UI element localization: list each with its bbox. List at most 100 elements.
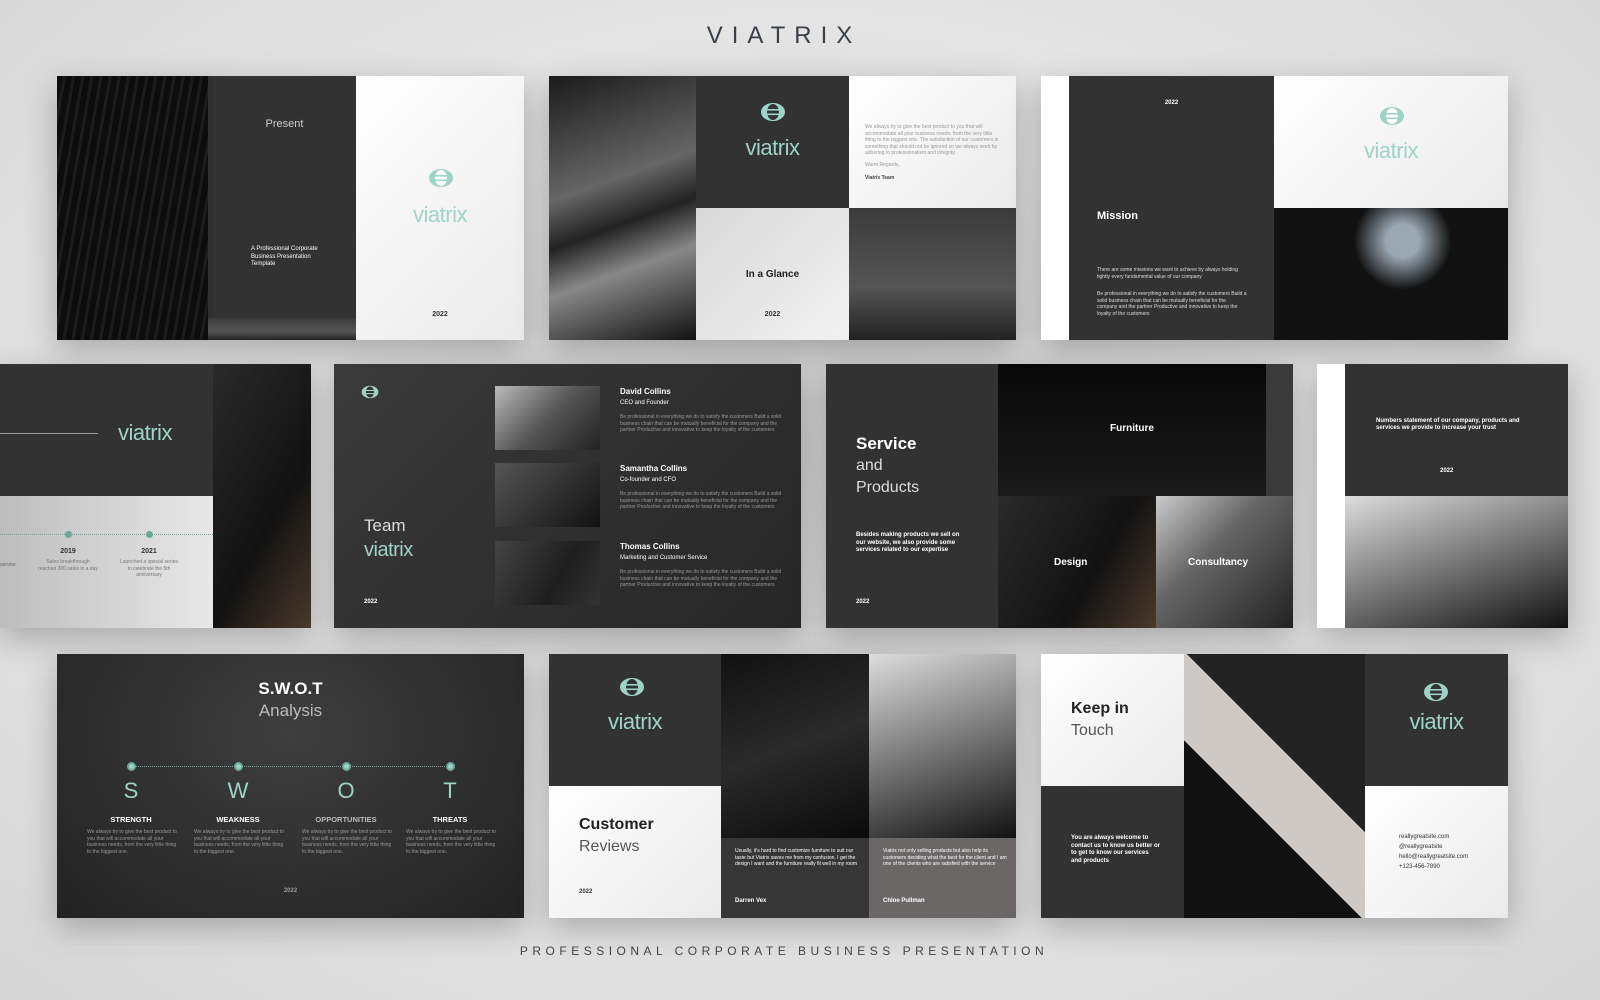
title-panel: Keep in Touch [1041,654,1184,786]
event-year: 2019 [60,548,76,555]
letter-text: We always try to give the best product t… [865,124,999,156]
slide-services[interactable]: Service and Products Besides making prod… [826,364,1293,628]
slide-mission[interactable]: 2022 Mission There are some missions we … [1041,76,1508,340]
slide-in-a-glance[interactable]: viatrix We always try to give the best p… [549,76,1016,340]
swot-label: THREATS [432,815,468,824]
swot-label: OPPORTUNITIES [315,815,377,824]
timeline-line [0,534,213,535]
swot-text: We always try to give the best product t… [406,829,496,855]
slide-timeline[interactable]: viatrix service 2019 Sales breakthrough … [0,364,311,628]
timeline-header: viatrix [0,364,213,496]
swot-dot [342,762,351,771]
cover-white-panel: viatrix 2022 [356,76,524,340]
logo-panel: viatrix [1365,654,1508,786]
slide-cover[interactable]: Present A Professional Corporate Busines… [57,76,524,340]
swot-letter: S [123,778,139,803]
contact-email[interactable]: hello@reallygreatsite.com [1399,852,1468,862]
slide-reviews[interactable]: viatrix Customer Reviews 2022 Usually, i… [549,654,1016,918]
slide-numbers[interactable]: Numbers statement of our company, produc… [1317,364,1568,628]
building-photo [549,76,696,340]
contact-handle[interactable]: @reallygreatsite [1399,842,1468,852]
event-text: Launched a special series to celebrate t… [120,559,178,578]
category-consultancy[interactable]: Consultancy [1156,496,1293,628]
timeline-dot [65,531,72,538]
slide-swot[interactable]: S.W.O.T Analysis S STRENGTH We always tr… [57,654,524,918]
year: 2022 [283,888,298,894]
member-bio: Be professional in everything we do to s… [620,491,782,510]
review-card: Viatrix not only selling products but al… [869,838,1016,918]
team-member: David Collins CEO and Founder Be profess… [620,387,790,434]
contact-website[interactable]: reallygreatsite.com [1399,832,1468,842]
title-keep-in: Keep in [1071,700,1129,717]
wordmark: viatrix [1409,709,1464,734]
logo-panel: viatrix [1274,76,1508,208]
team-member: Thomas Collins Marketing and Customer Se… [620,542,790,589]
year: 2022 [1440,468,1454,474]
timeline-left-text: service [0,562,16,568]
contact-desc-panel: You are always welcome to contact us to … [1041,786,1184,918]
numbers-text: Numbers statement of our company, produc… [1376,418,1520,431]
category-design[interactable]: Design [998,496,1156,628]
member-name: David Collins [620,387,671,396]
timeline-panel: service 2019 Sales breakthrough reached … [0,496,213,628]
divider [0,433,98,434]
contact-text: You are always welcome to contact us to … [1071,835,1161,864]
swot-letter: W [227,778,249,803]
globe-logo-icon [429,169,453,187]
reviewer-name: Darren Vex [735,898,767,904]
services-panel: Service and Products Besides making prod… [826,364,998,628]
services-desc: Besides making products we sell on our w… [856,532,960,553]
swot-text: We always try to give the best product t… [302,829,392,855]
title-products: Products [856,479,920,496]
member-photo [495,541,600,605]
swot-dot [127,762,136,771]
letter-panel: We always try to give the best product t… [849,76,1016,208]
title-panel: Customer Reviews 2022 [549,786,721,918]
numbers-panel: Numbers statement of our company, produc… [1345,364,1568,496]
year: 2022 [579,889,593,895]
table-photo [1345,496,1568,628]
swot-line [131,766,451,767]
swot-subtitle: Analysis [258,701,323,720]
logo-panel: viatrix [696,76,849,208]
street-photo [208,318,356,340]
category-furniture[interactable]: Furniture [998,364,1266,496]
review-card: Usually, it's hard to find customize fur… [721,838,869,918]
slide-contact[interactable]: Keep in Touch You are always welcome to … [1041,654,1508,918]
slide-title: In a Glance [745,269,800,280]
member-name: Samantha Collins [620,464,688,473]
year: 2022 [764,311,781,318]
swot-text: We always try to give the best product t… [87,829,177,855]
title-touch: Touch [1071,722,1114,739]
mission-points: Be professional in everything we do to s… [1097,291,1247,317]
globe-logo-icon [1424,683,1448,701]
side-strip [1266,364,1293,496]
title-reviews: Reviews [579,838,640,855]
member-bio: Be professional in everything we do to s… [620,414,782,433]
wordmark: viatrix [364,539,413,561]
title-panel: In a Glance 2022 [696,208,849,340]
member-bio: Be professional in everything we do to s… [620,569,782,588]
year: 2022 [364,599,378,605]
contact-phone[interactable]: +123-456-7890 [1399,862,1468,872]
member-role: CEO and Founder [620,400,669,406]
library-photo [1274,208,1508,340]
chair-photo [849,208,1016,340]
swot-text: We always try to give the best product t… [194,829,284,855]
swot-dot [234,762,243,771]
wordmark: viatrix [745,135,800,160]
architecture-photo [1184,654,1365,918]
title-customer: Customer [579,816,654,833]
footer-tagline: PROFESSIONAL CORPORATE BUSINESS PRESENTA… [519,944,1049,958]
member-photo [495,463,600,527]
cover-subtitle: A Professional Corporate Business Presen… [251,246,318,267]
slide-title: Mission [1097,210,1138,222]
wordmark: viatrix [608,709,662,734]
customer-photo [869,654,1016,838]
review-text: Usually, it's hard to find customize fur… [735,848,857,867]
swot-label: WEAKNESS [216,815,260,824]
present-label: Present [265,118,304,130]
title-and: and [856,457,883,474]
slide-team[interactable]: Team viatrix 2022 David Collins CEO and … [334,364,801,628]
globe-logo-icon [620,678,644,696]
